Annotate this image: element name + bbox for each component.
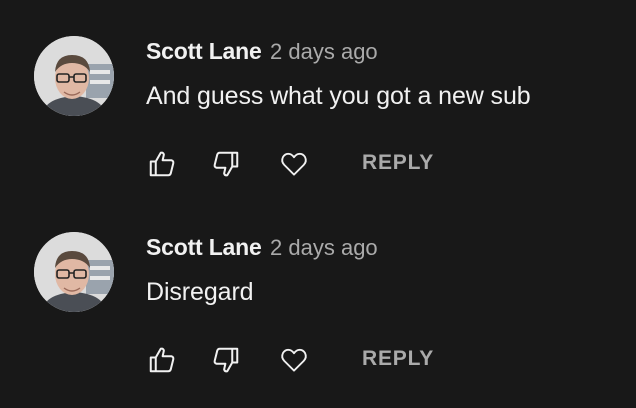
comment-actions: REPLY (146, 344, 466, 376)
like-button[interactable] (146, 148, 178, 180)
comment-text: Disregard (146, 278, 254, 306)
heart-icon (281, 348, 307, 372)
comment-header: Scott Lane 2 days ago (146, 38, 378, 68)
comment-thread-item: Scott Lane 2 days ago Disregard REPLY (0, 196, 636, 392)
avatar[interactable] (34, 232, 114, 312)
thumbs-up-icon (149, 151, 175, 177)
author-name[interactable]: Scott Lane (146, 234, 262, 260)
reply-button[interactable]: REPLY (362, 151, 434, 175)
like-button[interactable] (146, 344, 178, 376)
heart-icon (281, 152, 307, 176)
comment-thread-item: Scott Lane 2 days ago And guess what you… (0, 0, 636, 196)
comment-timestamp[interactable]: 2 days ago (270, 235, 378, 260)
avatar[interactable] (34, 36, 114, 116)
comment-timestamp[interactable]: 2 days ago (270, 39, 378, 64)
comment-header: Scott Lane 2 days ago (146, 234, 378, 264)
thumbs-down-icon (213, 151, 239, 177)
comment-actions: REPLY (146, 148, 466, 180)
dislike-button[interactable] (210, 344, 242, 376)
heart-button[interactable] (278, 344, 310, 376)
thumbs-down-icon (213, 347, 239, 373)
avatar-photo (34, 232, 114, 312)
author-name[interactable]: Scott Lane (146, 38, 262, 64)
reply-button[interactable]: REPLY (362, 347, 434, 371)
comment-text: And guess what you got a new sub (146, 82, 531, 110)
thumbs-up-icon (149, 347, 175, 373)
heart-button[interactable] (278, 148, 310, 180)
avatar-photo (34, 36, 114, 116)
dislike-button[interactable] (210, 148, 242, 180)
